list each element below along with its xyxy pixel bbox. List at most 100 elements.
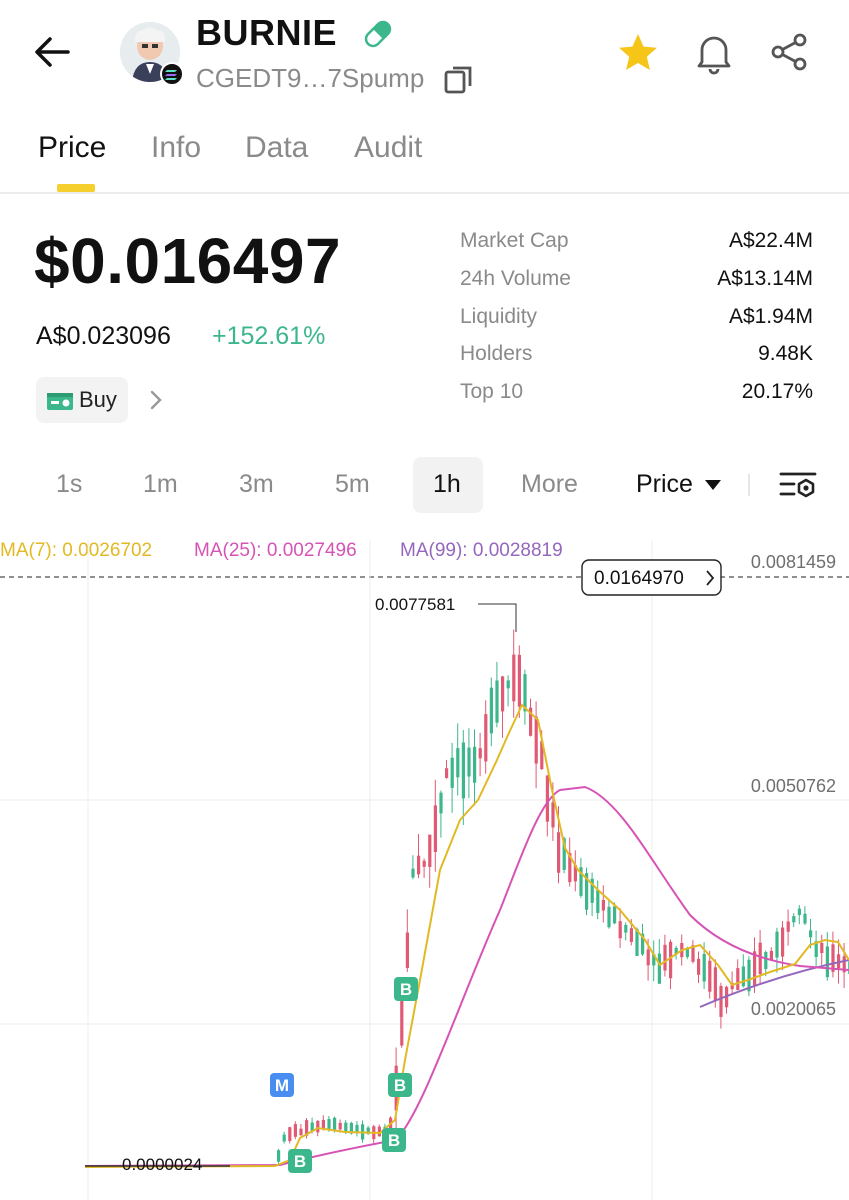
candle-body (825, 946, 829, 978)
candle-body (467, 747, 471, 777)
current-price-tag[interactable]: 0.0164970 (581, 559, 722, 596)
candle-body (775, 931, 779, 958)
candle-body (646, 949, 650, 966)
interval-3m[interactable]: 3m (239, 470, 274, 499)
ma25-line (84, 785, 849, 1167)
candle-body (820, 942, 824, 954)
marker-m-label: M (275, 1076, 289, 1095)
tab-price[interactable]: Price (38, 131, 106, 165)
interval-1h-label: 1h (433, 470, 461, 498)
token-name: BURNIE (196, 12, 338, 53)
marker-b-label: B (294, 1152, 306, 1171)
candle-body (758, 942, 762, 975)
current-price-tag-label: 0.0164970 (594, 568, 684, 589)
candle-body (753, 951, 757, 987)
tab-divider (0, 192, 849, 194)
candle-body (489, 687, 493, 734)
candlestick-chart[interactable]: 0.0077581 0.0081459 0.0050762 0.0020065 … (0, 530, 849, 1200)
marker-m[interactable]: M (270, 1073, 294, 1097)
candle-body (405, 932, 409, 969)
candle-body (417, 855, 421, 875)
axis-label-mid: 0.0050762 (751, 776, 836, 796)
candle-body (557, 832, 561, 873)
candle-body (445, 768, 449, 778)
interval-5m[interactable]: 5m (335, 470, 370, 499)
wallet-icon (47, 393, 73, 410)
candle-body (484, 714, 488, 762)
tab-audit[interactable]: Audit (354, 131, 422, 165)
marker-b[interactable]: B (382, 1128, 406, 1152)
favorite-star-icon[interactable] (614, 30, 662, 78)
solana-chain-icon (160, 62, 184, 86)
candle-body (327, 1119, 331, 1130)
stat-label-holders: Holders (460, 342, 533, 365)
candle-body (316, 1120, 320, 1133)
chart-settings-icon[interactable] (778, 468, 818, 502)
candle-body (736, 968, 740, 990)
candle-body (338, 1122, 342, 1130)
candle-body (601, 899, 605, 911)
candle-body (781, 927, 785, 957)
toolbar-separator (748, 474, 750, 496)
stat-value-volume: A$13.14M (717, 267, 813, 290)
candles-group (277, 629, 849, 1164)
candle-body (411, 868, 415, 878)
candle-body (428, 834, 432, 867)
candle-body (478, 748, 482, 759)
buy-button[interactable]: Buy (36, 377, 128, 423)
price-mode-dropdown[interactable]: Price (636, 470, 693, 499)
marker-b-label: B (394, 1076, 406, 1095)
interval-1s[interactable]: 1s (56, 470, 82, 499)
candle-body (708, 960, 712, 992)
high-price-label: 0.0077581 (375, 595, 455, 614)
candle-body (697, 958, 701, 975)
marker-b-label: B (388, 1131, 400, 1150)
candle-body (422, 860, 426, 867)
candle-body (786, 921, 790, 932)
price-aud: A$0.023096 (36, 322, 171, 350)
marker-b[interactable]: B (288, 1149, 312, 1173)
copy-icon[interactable] (442, 62, 476, 96)
candle-body (277, 1150, 281, 1162)
tab-data[interactable]: Data (245, 131, 308, 165)
interval-1m[interactable]: 1m (143, 470, 178, 499)
caret-down-icon (705, 480, 721, 490)
marker-b[interactable]: B (388, 1073, 412, 1097)
candle-body (461, 742, 465, 799)
candle-body (534, 716, 538, 764)
interval-more[interactable]: More (521, 470, 578, 499)
candle-body (769, 950, 773, 960)
marker-b[interactable]: B (394, 977, 418, 1001)
candle-body (702, 953, 706, 982)
candle-body (613, 906, 617, 924)
stat-value-top10: 20.17% (741, 380, 813, 403)
stat-label-top10: Top 10 (460, 380, 524, 403)
candle-body (400, 993, 404, 1046)
pill-icon (364, 20, 392, 48)
candle-body (512, 654, 516, 702)
candle-body (663, 944, 667, 971)
candle-body (299, 1128, 303, 1136)
high-marker-line (478, 603, 517, 632)
candle-body (629, 928, 633, 942)
back-arrow-icon[interactable] (30, 30, 74, 74)
candle-body (719, 985, 723, 1017)
candle-body (713, 967, 717, 1001)
stat-value-holders: 9.48K (758, 342, 813, 365)
bell-icon[interactable] (690, 28, 738, 76)
stat-label-market-cap: Market Cap (460, 229, 569, 252)
candle-body (495, 680, 499, 723)
candle-body (803, 913, 807, 924)
price-change: +152.61% (212, 322, 326, 350)
stat-value-liquidity: A$1.94M (728, 305, 813, 328)
chevron-right-icon[interactable] (146, 388, 166, 412)
ma7-line (84, 703, 849, 1168)
share-icon[interactable] (766, 28, 814, 76)
candle-body (282, 1134, 286, 1142)
stat-label-volume: 24h Volume (460, 267, 571, 290)
candle-body (433, 805, 437, 853)
candle-body (473, 746, 477, 783)
candle-body (439, 792, 443, 814)
token-address: CGEDT9…7Spump (196, 63, 425, 93)
tab-info[interactable]: Info (151, 131, 201, 165)
